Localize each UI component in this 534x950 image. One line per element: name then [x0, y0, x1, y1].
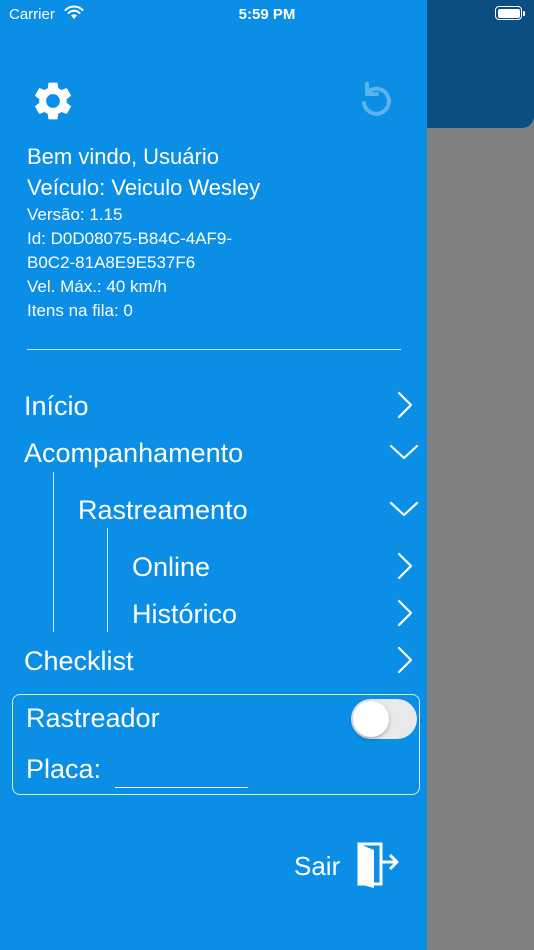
- menu-item-acompanhamento[interactable]: Acompanhamento: [0, 429, 427, 476]
- gear-icon[interactable]: [30, 78, 76, 124]
- menu-item-online[interactable]: Online: [0, 543, 427, 590]
- version-text: Versão: 1.15: [27, 205, 123, 224]
- max-speed-text: Vel. Máx.: 40 km/h: [27, 277, 167, 296]
- menu-item-label: Rastreamento: [78, 495, 248, 525]
- menu-item-rastreamento[interactable]: Rastreamento: [0, 486, 427, 533]
- tracker-panel: Rastreador Placa:: [12, 694, 420, 795]
- tracker-toggle[interactable]: [351, 699, 417, 739]
- chevron-right-icon: [389, 390, 419, 420]
- divider: [27, 349, 401, 350]
- device-id-line2: B0C2-81A8E9E537F6: [27, 253, 196, 272]
- chevron-down-icon: [389, 494, 419, 524]
- menu-item-label: Online: [132, 552, 211, 582]
- battery-icon: [495, 6, 525, 20]
- tracker-label: Rastreador: [26, 703, 160, 733]
- menu-item-checklist[interactable]: Checklist: [0, 637, 427, 684]
- menu-item-label: Histórico: [132, 599, 238, 629]
- vehicle-text: Veículo: Veiculo Wesley: [27, 175, 261, 200]
- user-info: Bem vindo, Usuário Veículo: Veiculo Wesl…: [27, 141, 260, 323]
- plate-input[interactable]: [115, 753, 248, 788]
- menu-item-inicio[interactable]: Início: [0, 382, 427, 429]
- chevron-right-icon: [389, 645, 419, 675]
- logout-door-icon: [354, 840, 402, 890]
- plate-label: Placa:: [26, 754, 102, 784]
- chevron-right-icon: [389, 598, 419, 628]
- welcome-text: Bem vindo, Usuário: [27, 144, 219, 169]
- device-id-line1: Id: D0D08075-B84C-4AF9-: [27, 229, 233, 248]
- menu-item-label: Checklist: [24, 646, 134, 676]
- toggle-knob: [353, 701, 389, 737]
- menu-item-label: Acompanhamento: [24, 438, 244, 468]
- queue-count-text: Itens na fila: 0: [27, 301, 133, 320]
- menu-item-historico[interactable]: Histórico: [0, 590, 427, 637]
- chevron-right-icon: [389, 551, 419, 581]
- menu-item-label: Início: [24, 391, 89, 421]
- dimmed-content-overlay[interactable]: [427, 0, 534, 950]
- clock: 5:59 PM: [238, 6, 296, 23]
- navigation-drawer: Bem vindo, Usuário Veículo: Veiculo Wesl…: [0, 0, 427, 950]
- chevron-down-icon: [389, 437, 419, 467]
- status-bar: Carrier 5:59 PM: [0, 0, 534, 30]
- refresh-icon[interactable]: [354, 79, 398, 123]
- logout-button[interactable]: Sair: [290, 840, 405, 890]
- logout-label: Sair: [294, 851, 341, 881]
